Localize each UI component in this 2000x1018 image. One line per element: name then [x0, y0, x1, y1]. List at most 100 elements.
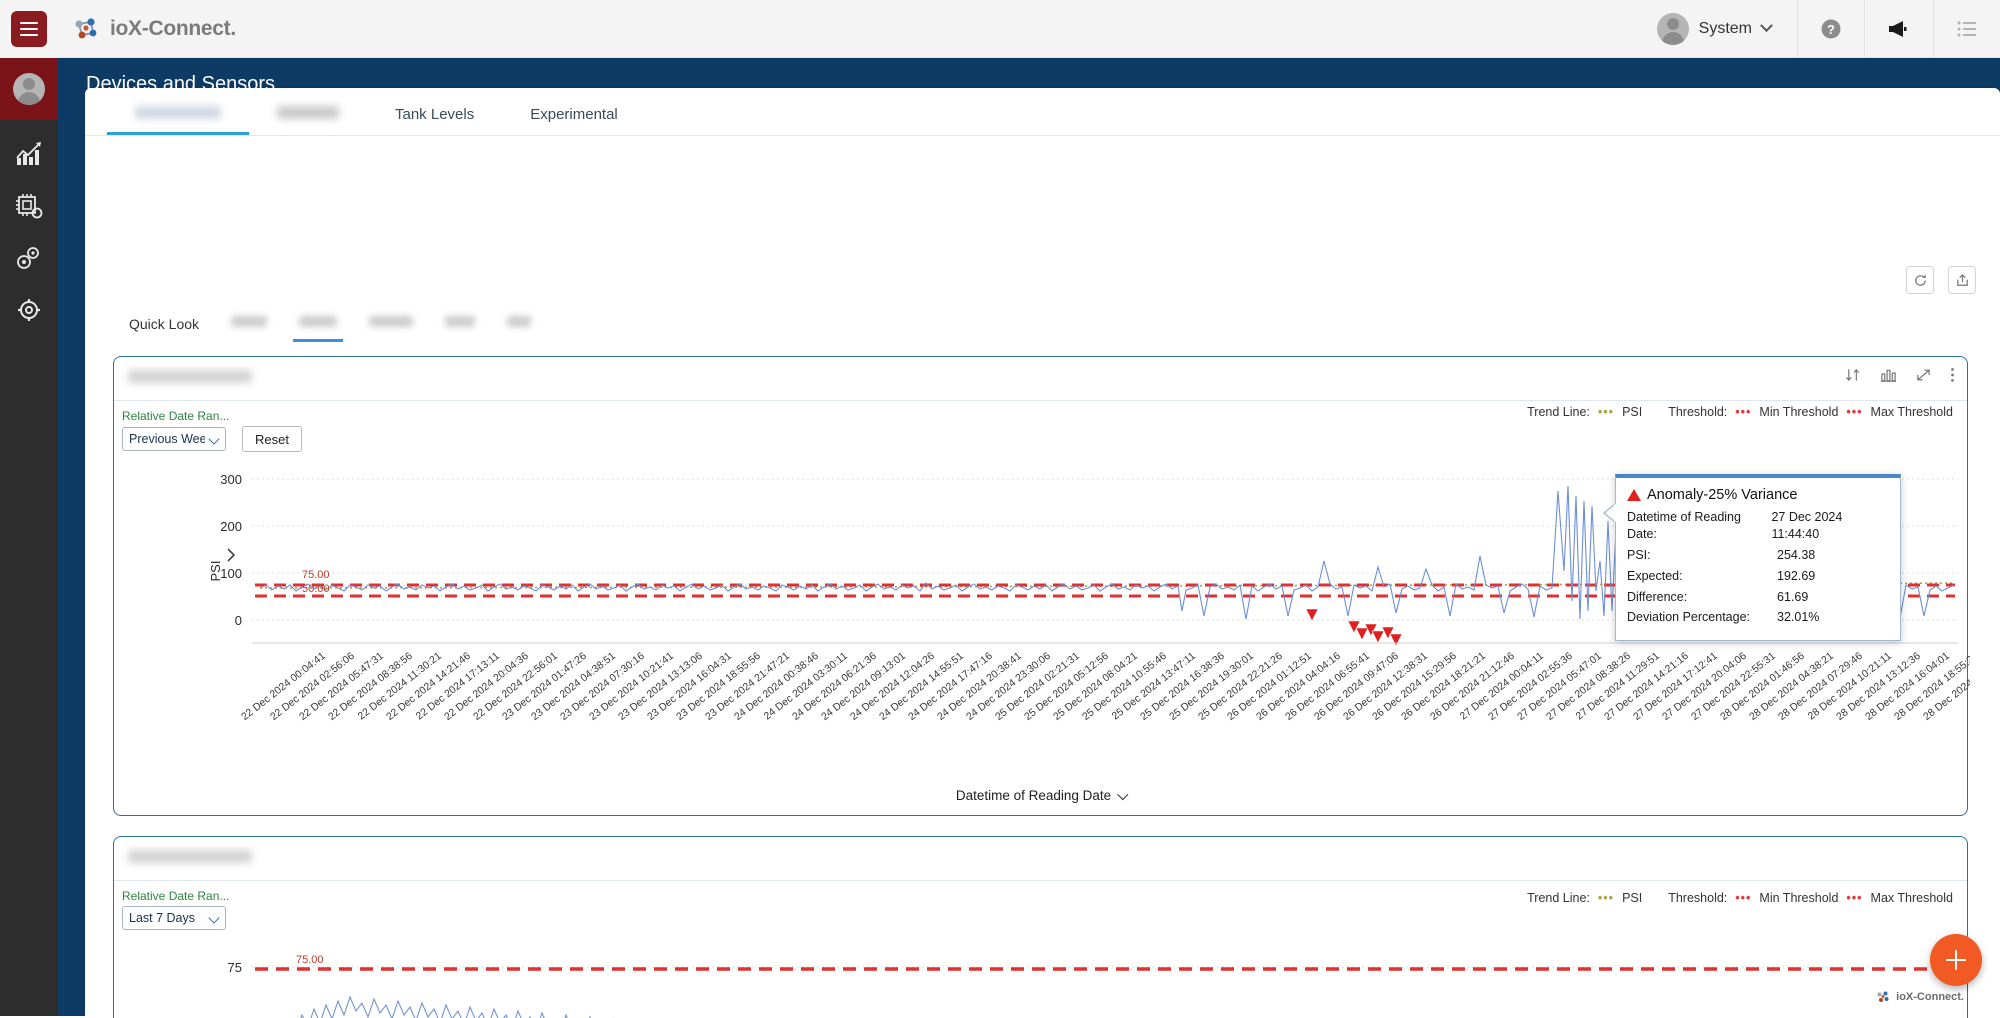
panel1-x-axis-title-text: Datetime of Reading Date	[955, 788, 1112, 803]
tooltip-row: Difference: 61.69	[1627, 589, 1889, 606]
panel2-legend-trend-prefix: Trend Line:	[1527, 891, 1590, 905]
tooltip-value: 61.69	[1777, 589, 1809, 604]
tooltip-row: Datetime of Reading Date: 27 Dec 2024 11…	[1627, 509, 1889, 543]
tab-experimental[interactable]: Experimental	[502, 106, 646, 135]
panel2-controls: Relative Date Ran... Last 7 Days	[114, 881, 1967, 939]
panel2-legend-min-dots: •••	[1735, 891, 1752, 905]
subtab-2[interactable]	[283, 316, 353, 342]
panel1-legend-max-dots: •••	[1846, 405, 1863, 419]
user-menu[interactable]: System	[1635, 0, 1797, 57]
list-icon	[1957, 21, 1976, 36]
primary-tabs: Tank Levels Experimental	[85, 88, 2000, 136]
help-button[interactable]: ?	[1797, 0, 1864, 57]
tooltip-title-text: Anomaly-25% Variance	[1647, 487, 1798, 503]
anomaly-marker-group[interactable]	[1305, 482, 1657, 647]
top-bar: ioX-Connect. System ?	[58, 0, 2000, 58]
panel2-legend-min-label: Min Threshold	[1759, 891, 1839, 905]
tooltip-row: PSI: 254.38	[1627, 547, 1889, 564]
subtab-1[interactable]	[215, 316, 283, 342]
brand-name: ioX-Connect.	[110, 16, 236, 40]
left-sidebar	[0, 0, 58, 1016]
footer-brand: ioX-Connect.	[1876, 990, 1964, 1004]
tooltip-title: Anomaly-25% Variance	[1627, 487, 1889, 503]
panel1-legend-trend-prefix: Trend Line:	[1527, 405, 1590, 419]
avatar	[13, 73, 45, 105]
subtab-5[interactable]	[491, 316, 547, 342]
panel2-legend-trend-series: PSI	[1622, 891, 1643, 905]
tooltip-key: Difference:	[1627, 589, 1688, 604]
announcements-button[interactable]	[1864, 0, 1933, 57]
y-tick-200: 200	[220, 519, 242, 534]
panel2-legend: Trend Line: ••• PSI Threshold: ••• Min T…	[1527, 891, 1953, 905]
panel1-legend: Trend Line: ••• PSI Threshold: ••• Min T…	[1527, 405, 1953, 419]
footer-brand-name: ioX-Connect.	[1896, 991, 1964, 1003]
tooltip-row: Deviation Percentage: 32.01%	[1627, 609, 1889, 626]
tab-1[interactable]	[249, 106, 367, 135]
add-button[interactable]	[1930, 934, 1982, 986]
user-avatar	[1656, 12, 1689, 45]
anomaly-tooltip: Anomaly-25% Variance Datetime of Reading…	[1605, 474, 1901, 642]
subtab-4[interactable]	[429, 316, 491, 342]
refresh-icon	[1914, 274, 1926, 286]
panel2-header	[114, 837, 1967, 881]
sidebar-top	[0, 0, 58, 58]
more-vertical-icon[interactable]	[1950, 367, 1955, 383]
analytics-icon	[16, 142, 41, 165]
sidebar-avatar[interactable]	[0, 58, 58, 120]
panel1-x-axis-title[interactable]: Datetime of Reading Date	[955, 788, 1129, 803]
chart-panel-secondary: Relative Date Ran... Last 7 Days Trend L…	[113, 836, 1968, 1018]
panel1-date-range-wrap: Previous Week	[122, 427, 226, 451]
sidebar-item-analytics[interactable]	[0, 136, 58, 172]
gears-icon	[17, 247, 39, 269]
psi-secondary-chart[interactable]: PSI 75 65 75.00	[120, 953, 1970, 1018]
panel2-title	[128, 850, 252, 863]
subtab-3-label	[369, 316, 414, 327]
panel-title	[128, 370, 252, 383]
subtab-1-label	[231, 316, 268, 327]
panel2-legend-threshold-prefix: Threshold:	[1668, 891, 1728, 905]
expand-icon[interactable]	[1915, 367, 1932, 383]
tab-tank-levels[interactable]: Tank Levels	[367, 106, 502, 135]
panel2-legend-trend-dots: •••	[1597, 891, 1615, 905]
share-icon	[1956, 273, 1968, 286]
y-tick-0: 0	[235, 613, 242, 628]
tooltip-key: Expected:	[1627, 568, 1683, 583]
sidebar-item-devices[interactable]	[0, 188, 58, 224]
panel-header	[114, 357, 1967, 401]
panel1-legend-min-dots: •••	[1735, 405, 1752, 419]
panel2-legend-max-dots: •••	[1846, 891, 1863, 905]
y-axis-collapse-icon	[227, 548, 236, 562]
bar-chart-icon[interactable]	[1880, 367, 1897, 383]
menu-icon[interactable]	[11, 11, 47, 47]
list-menu-button[interactable]	[1933, 0, 2000, 57]
max-threshold-label: 75.00	[302, 569, 330, 581]
panel1-date-range-select[interactable]: Previous Week	[122, 427, 226, 451]
megaphone-icon	[1889, 20, 1907, 37]
logo-icon	[75, 17, 97, 38]
subtab-quick-look[interactable]: Quick Look	[113, 316, 215, 342]
tab-1-label	[277, 106, 339, 119]
x-axis-ticks: 22 Dec 2024 00:04:41 22 Dec 2024 02:56:0…	[239, 650, 1970, 723]
max-threshold-label-2: 75.00	[296, 954, 324, 966]
share-button[interactable]	[1948, 266, 1976, 294]
user-name: System	[1698, 19, 1752, 37]
card-toolbar	[1906, 266, 1976, 294]
subtab-3[interactable]	[353, 316, 429, 342]
tooltip-key: PSI:	[1627, 547, 1651, 562]
sidebar-item-settings[interactable]	[0, 292, 58, 328]
panel1-reset-button[interactable]: Reset	[242, 426, 302, 452]
panel2-date-range-wrap: Last 7 Days	[122, 906, 226, 930]
sidebar-item-operations[interactable]	[0, 240, 58, 276]
panel1-legend-trend-series: PSI	[1622, 405, 1643, 419]
subtab-5-label	[507, 316, 532, 327]
refresh-button[interactable]	[1906, 266, 1934, 294]
panel1-legend-threshold-prefix: Threshold:	[1668, 405, 1728, 419]
sort-icon[interactable]	[1845, 367, 1862, 383]
panel2-date-range-select[interactable]: Last 7 Days	[122, 906, 226, 930]
tab-0[interactable]	[107, 106, 249, 135]
subtab-2-label	[299, 316, 338, 327]
tooltip-row: Expected: 192.69	[1627, 568, 1889, 585]
y-tick-300: 300	[220, 472, 242, 487]
settings-gear-icon	[18, 299, 40, 321]
tab-0-label	[135, 106, 221, 119]
